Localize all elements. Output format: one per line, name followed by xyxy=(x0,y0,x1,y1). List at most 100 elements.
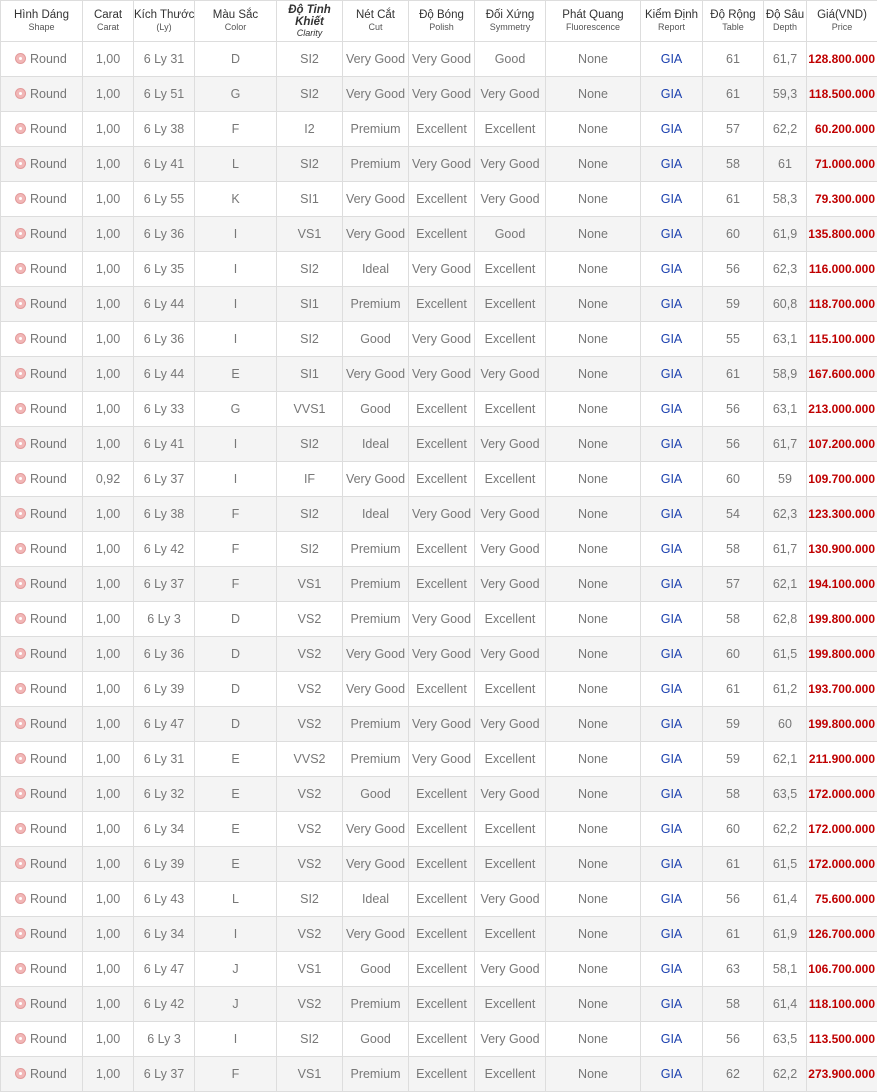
column-header-label: Phát Quang xyxy=(562,9,623,21)
table-row[interactable]: Round1,006 Ly 36DVS2Very GoodVery GoodVe… xyxy=(1,637,877,672)
table-row[interactable]: Round0,926 Ly 37IIFVery GoodExcellentExc… xyxy=(1,462,877,497)
cell-table: 61 xyxy=(703,357,764,392)
cell-price: 273.900.000 xyxy=(807,1057,877,1092)
cell-report[interactable]: GIA xyxy=(641,882,703,917)
table-row[interactable]: Round1,006 Ly 51GSI2Very GoodVery GoodVe… xyxy=(1,77,877,112)
cell-report[interactable]: GIA xyxy=(641,42,703,77)
cell-cut: Ideal xyxy=(343,882,409,917)
table-row[interactable]: Round1,006 Ly 37FVS1PremiumExcellentExce… xyxy=(1,1057,877,1092)
cell-report[interactable]: GIA xyxy=(641,847,703,882)
cell-report[interactable]: GIA xyxy=(641,357,703,392)
cell-report[interactable]: GIA xyxy=(641,497,703,532)
cell-report[interactable]: GIA xyxy=(641,777,703,812)
table-row[interactable]: Round1,006 Ly 32EVS2GoodExcellentVery Go… xyxy=(1,777,877,812)
cell-price: 167.600.000 xyxy=(807,357,877,392)
table-row[interactable]: Round1,006 Ly 35ISI2IdealVery GoodExcell… xyxy=(1,252,877,287)
cell-report[interactable]: GIA xyxy=(641,532,703,567)
table-row[interactable]: Round1,006 Ly 41LSI2PremiumVery GoodVery… xyxy=(1,147,877,182)
cell-report[interactable]: GIA xyxy=(641,1022,703,1057)
cell-depth: 62,1 xyxy=(764,567,807,602)
cell-report[interactable]: GIA xyxy=(641,252,703,287)
cell-report[interactable]: GIA xyxy=(641,812,703,847)
table-row[interactable]: Round1,006 Ly 31DSI2Very GoodVery GoodGo… xyxy=(1,42,877,77)
column-header-symmetry[interactable]: Đối XứngSymmetry xyxy=(475,1,546,42)
cell-report[interactable]: GIA xyxy=(641,392,703,427)
cell-clarity: SI2 xyxy=(277,882,343,917)
table-row[interactable]: Round1,006 Ly 38FI2PremiumExcellentExcel… xyxy=(1,112,877,147)
cell-table: 59 xyxy=(703,287,764,322)
table-row[interactable]: Round1,006 Ly 3ISI2GoodExcellentVery Goo… xyxy=(1,1022,877,1057)
cell-symmetry: Excellent xyxy=(475,287,546,322)
cell-report[interactable]: GIA xyxy=(641,217,703,252)
table-row[interactable]: Round1,006 Ly 55KSI1Very GoodExcellentVe… xyxy=(1,182,877,217)
cell-report[interactable]: GIA xyxy=(641,322,703,357)
cell-report[interactable]: GIA xyxy=(641,287,703,322)
cell-report[interactable]: GIA xyxy=(641,427,703,462)
cell-report[interactable]: GIA xyxy=(641,742,703,777)
cell-size: 6 Ly 35 xyxy=(134,252,195,287)
table-row[interactable]: Round1,006 Ly 36ISI2GoodVery GoodExcelle… xyxy=(1,322,877,357)
table-row[interactable]: Round1,006 Ly 39DVS2Very GoodExcellentEx… xyxy=(1,672,877,707)
table-row[interactable]: Round1,006 Ly 39EVS2Very GoodExcellentEx… xyxy=(1,847,877,882)
table-row[interactable]: Round1,006 Ly 34EVS2Very GoodExcellentEx… xyxy=(1,812,877,847)
table-row[interactable]: Round1,006 Ly 33GVVS1GoodExcellentExcell… xyxy=(1,392,877,427)
cell-report[interactable]: GIA xyxy=(641,602,703,637)
header-row: Hình DángShapeCaratCaratKích Thước(Ly)Mà… xyxy=(1,1,877,42)
cell-report[interactable]: GIA xyxy=(641,112,703,147)
cell-report[interactable]: GIA xyxy=(641,147,703,182)
column-header-price[interactable]: Giá(VND)Price xyxy=(807,1,877,42)
column-header-shape[interactable]: Hình DángShape xyxy=(1,1,83,42)
column-header-clarity[interactable]: Độ Tinh KhiếtClarity xyxy=(277,1,343,42)
column-header-fluorescence[interactable]: Phát QuangFluorescence xyxy=(546,1,641,42)
cell-price: 130.900.000 xyxy=(807,532,877,567)
cell-report[interactable]: GIA xyxy=(641,987,703,1022)
table-row[interactable]: Round1,006 Ly 47DVS2PremiumVery GoodVery… xyxy=(1,707,877,742)
table-row[interactable]: Round1,006 Ly 41ISI2IdealExcellentVery G… xyxy=(1,427,877,462)
cell-report[interactable]: GIA xyxy=(641,952,703,987)
table-row[interactable]: Round1,006 Ly 42FSI2PremiumExcellentVery… xyxy=(1,532,877,567)
table-row[interactable]: Round1,006 Ly 3DVS2PremiumVery GoodExcel… xyxy=(1,602,877,637)
column-header-report[interactable]: Kiểm ĐịnhReport xyxy=(641,1,703,42)
column-header-color[interactable]: Màu SắcColor xyxy=(195,1,277,42)
table-row[interactable]: Round1,006 Ly 37FVS1PremiumExcellentVery… xyxy=(1,567,877,602)
column-header-polish[interactable]: Độ BóngPolish xyxy=(409,1,475,42)
table-row[interactable]: Round1,006 Ly 31EVVS2PremiumVery GoodExc… xyxy=(1,742,877,777)
column-header-size[interactable]: Kích Thước(Ly) xyxy=(134,1,195,42)
cell-depth: 63,5 xyxy=(764,777,807,812)
column-header-carat[interactable]: CaratCarat xyxy=(83,1,134,42)
table-row[interactable]: Round1,006 Ly 44ISI1PremiumExcellentExce… xyxy=(1,287,877,322)
table-row[interactable]: Round1,006 Ly 36IVS1Very GoodExcellentGo… xyxy=(1,217,877,252)
cell-carat: 1,00 xyxy=(83,532,134,567)
table-row[interactable]: Round1,006 Ly 34IVS2Very GoodExcellentEx… xyxy=(1,917,877,952)
cell-shape: Round xyxy=(1,462,83,497)
cell-report[interactable]: GIA xyxy=(641,637,703,672)
cell-depth: 59,3 xyxy=(764,77,807,112)
column-header-depth[interactable]: Độ SâuDepth xyxy=(764,1,807,42)
column-header-cut[interactable]: Nét CắtCut xyxy=(343,1,409,42)
table-row[interactable]: Round1,006 Ly 42JVS2PremiumExcellentExce… xyxy=(1,987,877,1022)
cell-report[interactable]: GIA xyxy=(641,567,703,602)
cell-report[interactable]: GIA xyxy=(641,1057,703,1092)
column-header-label: Độ Tinh Khiết xyxy=(277,4,342,28)
cell-report[interactable]: GIA xyxy=(641,917,703,952)
cell-report[interactable]: GIA xyxy=(641,182,703,217)
cell-table: 56 xyxy=(703,427,764,462)
cell-color: E xyxy=(195,742,277,777)
round-diamond-icon xyxy=(15,123,26,134)
cell-report[interactable]: GIA xyxy=(641,77,703,112)
column-header-table[interactable]: Độ RộngTable xyxy=(703,1,764,42)
cell-depth: 62,2 xyxy=(764,812,807,847)
cell-report[interactable]: GIA xyxy=(641,672,703,707)
shape-label: Round xyxy=(30,647,67,661)
table-row[interactable]: Round1,006 Ly 44ESI1Very GoodVery GoodVe… xyxy=(1,357,877,392)
cell-price: 126.700.000 xyxy=(807,917,877,952)
cell-report[interactable]: GIA xyxy=(641,707,703,742)
cell-polish: Excellent xyxy=(409,882,475,917)
table-row[interactable]: Round1,006 Ly 43LSI2IdealExcellentVery G… xyxy=(1,882,877,917)
cell-report[interactable]: GIA xyxy=(641,462,703,497)
table-row[interactable]: Round1,006 Ly 38FSI2IdealVery GoodVery G… xyxy=(1,497,877,532)
table-row[interactable]: Round1,006 Ly 47JVS1GoodExcellentVery Go… xyxy=(1,952,877,987)
cell-carat: 1,00 xyxy=(83,812,134,847)
cell-carat: 1,00 xyxy=(83,42,134,77)
cell-fluorescence: None xyxy=(546,112,641,147)
